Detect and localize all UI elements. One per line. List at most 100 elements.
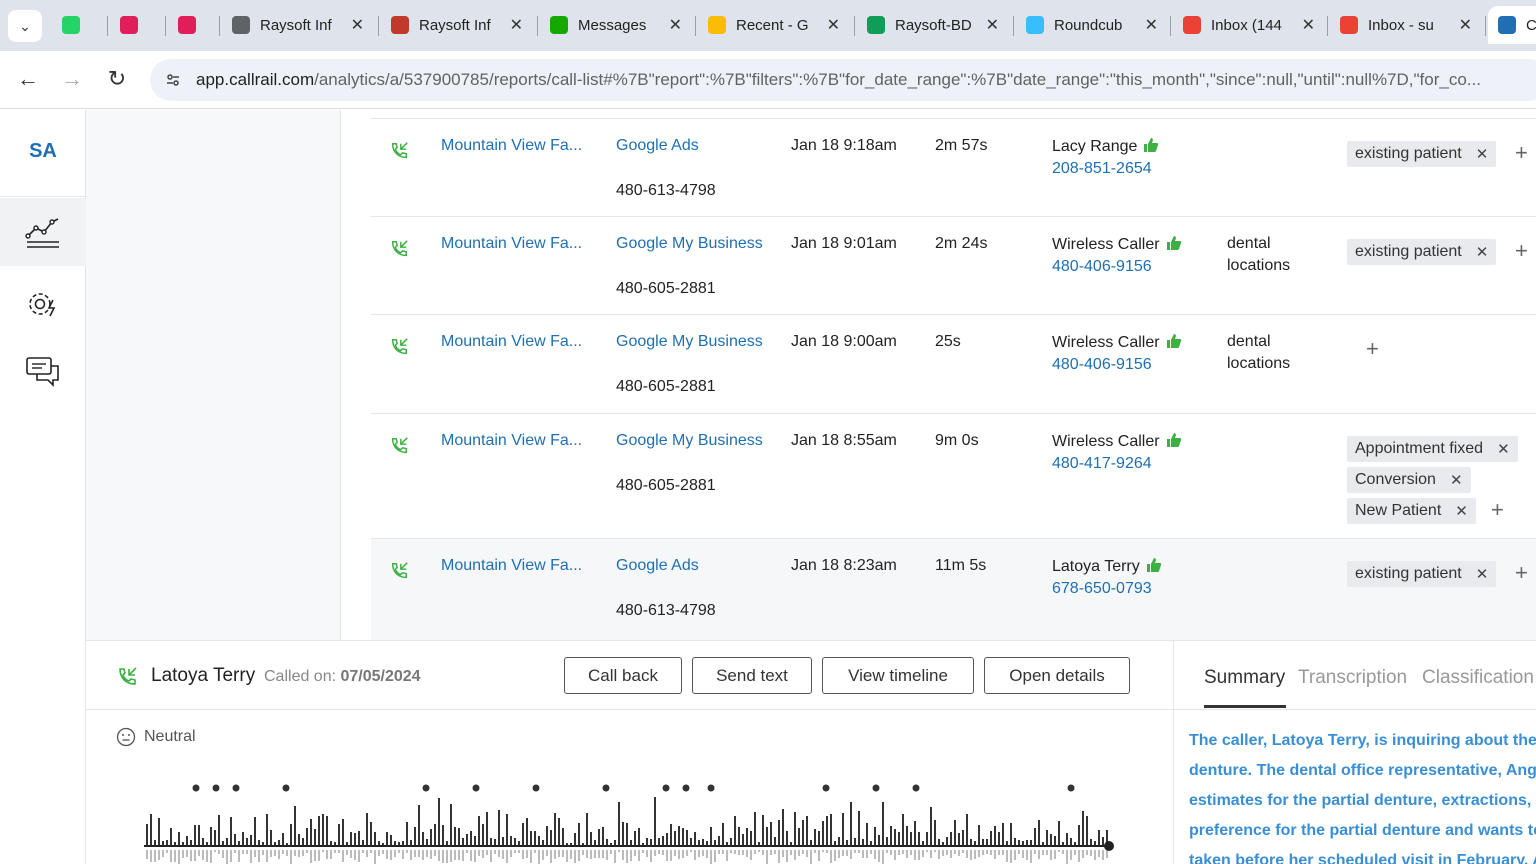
source-link[interactable]: Google My Business [616,235,763,253]
thumbs-up-icon[interactable] [1143,137,1159,158]
waveform-bar [562,828,564,845]
company-link[interactable]: Mountain View Fa... [441,557,591,575]
table-row[interactable]: Mountain View Fa... Google Ads 480-613-479… [371,538,1536,640]
waveform-bar [450,804,452,845]
tab-close-icon[interactable]: ✕ [351,15,364,35]
send-text-button[interactable]: Send text [692,657,812,694]
tab-transcription[interactable]: Transcription [1298,667,1407,689]
browser-tab[interactable]: Raysoft Inf ✕ [222,6,374,44]
add-tag-button[interactable]: + [1366,336,1379,362]
caller-phone-link[interactable]: 480-417-9264 [1052,455,1152,473]
browser-tab[interactable]: Raysoft Inf ✕ [381,6,533,44]
browser-tab[interactable]: Raysoft-BD ✕ [857,6,1009,44]
company-link[interactable]: Mountain View Fa... [441,137,591,155]
source-link[interactable]: Google My Business [616,432,763,450]
table-row[interactable]: Mountain View Fa... Google My Business 480… [371,216,1536,314]
waveform-bar [226,850,228,864]
back-button[interactable]: ← [14,65,42,93]
add-tag-button[interactable]: + [1515,238,1528,264]
sidebar-item-analytics[interactable] [0,198,86,266]
tab-close-icon[interactable]: ✕ [827,15,840,35]
remove-tag-icon[interactable]: ✕ [1476,145,1489,163]
browser-tab[interactable]: Messages ✕ [540,6,692,44]
playhead-handle[interactable] [1104,841,1114,851]
forward-button[interactable]: → [58,65,86,93]
caller-phone-link[interactable]: 480-406-9156 [1052,258,1152,276]
waveform-marker[interactable] [872,784,880,792]
table-row[interactable]: Mountain View Fa... Google My Business 480… [371,413,1536,538]
tab-close-icon[interactable]: ✕ [1459,15,1472,35]
view-timeline-button[interactable]: View timeline [822,657,974,694]
thumbs-up-icon[interactable] [1146,557,1162,578]
waveform-marker[interactable] [707,784,715,792]
tab-close-icon[interactable]: ✕ [510,15,523,35]
waveform-marker[interactable] [912,784,920,792]
waveform-marker[interactable] [532,784,540,792]
thumbs-up-icon[interactable] [1166,432,1182,453]
slack-icon [120,16,138,34]
remove-tag-icon[interactable]: ✕ [1455,502,1468,520]
tab-search-button[interactable]: ⌄ [8,10,42,42]
remove-tag-icon[interactable]: ✕ [1476,565,1489,583]
source-link[interactable]: Google My Business [616,333,763,351]
waveform-marker[interactable] [422,784,430,792]
address-bar[interactable]: app.callrail.com/analytics/a/537900785/r… [150,59,1536,101]
source-link[interactable]: Google Ads [616,137,699,155]
caller-phone-link[interactable]: 480-406-9156 [1052,356,1152,374]
call-back-button[interactable]: Call back [564,657,682,694]
company-link[interactable]: Mountain View Fa... [441,432,591,450]
tab-summary[interactable]: Summary [1204,667,1285,689]
waveform-marker[interactable] [682,784,690,792]
reload-button[interactable]: ↻ [103,65,131,93]
waveform-marker[interactable] [602,784,610,792]
browser-tab[interactable]: Roundcub ✕ [1016,6,1168,44]
sidebar-item-settings[interactable] [0,270,86,338]
remove-tag-icon[interactable]: ✕ [1450,471,1463,489]
caller-name: Lacy Range [1052,137,1159,158]
waveform-marker[interactable] [822,784,830,792]
tab-classification[interactable]: Classification [1422,667,1534,689]
add-tag-button[interactable]: + [1515,140,1528,166]
site-info-icon[interactable] [158,65,188,95]
thumbs-up-icon[interactable] [1166,333,1182,354]
browser-tab[interactable] [52,6,98,44]
browser-tab[interactable] [110,6,156,44]
company-link[interactable]: Mountain View Fa... [441,333,591,351]
thumbs-up-icon[interactable] [1166,235,1182,256]
company-link[interactable]: Mountain View Fa... [441,235,591,253]
waveform-marker[interactable] [1067,784,1075,792]
open-details-button[interactable]: Open details [984,657,1130,694]
waveform-marker[interactable] [282,784,290,792]
waveform-marker[interactable] [472,784,480,792]
waveform-bar [614,850,616,863]
source-link[interactable]: Google Ads [616,557,699,575]
remove-tag-icon[interactable]: ✕ [1476,243,1489,261]
waveform-bar [890,850,892,855]
browser-tab[interactable]: Recent - G ✕ [698,6,850,44]
tab-close-icon[interactable]: ✕ [669,15,682,35]
sidebar-item-conversations[interactable] [0,338,86,406]
tab-close-icon[interactable]: ✕ [986,15,999,35]
caller-phone-link[interactable]: 208-851-2654 [1052,160,1152,178]
waveform-bar [542,840,544,845]
call-audio-waveform[interactable] [144,781,1114,864]
browser-tab[interactable] [168,6,214,44]
browser-tab[interactable]: C [1488,6,1536,44]
remove-tag-icon[interactable]: ✕ [1497,440,1510,458]
waveform-marker[interactable] [212,784,220,792]
waveform-marker[interactable] [192,784,200,792]
account-initials[interactable]: SA [0,140,86,163]
waveform-bar [338,824,340,845]
browser-tab[interactable]: Inbox (144 ✕ [1173,6,1325,44]
waveform-bar [206,842,208,845]
tab-close-icon[interactable]: ✕ [1145,15,1158,35]
add-tag-button[interactable]: + [1515,560,1528,586]
caller-phone-link[interactable]: 678-650-0793 [1052,580,1152,598]
waveform-marker[interactable] [662,784,670,792]
table-row[interactable]: Mountain View Fa... Google My Business 480… [371,314,1536,413]
table-row[interactable]: Mountain View Fa... Google Ads 480-613-479… [371,118,1536,216]
browser-tab[interactable]: Inbox - su ✕ [1330,6,1482,44]
tab-close-icon[interactable]: ✕ [1302,15,1315,35]
add-tag-button[interactable]: + [1491,497,1504,523]
waveform-marker[interactable] [232,784,240,792]
